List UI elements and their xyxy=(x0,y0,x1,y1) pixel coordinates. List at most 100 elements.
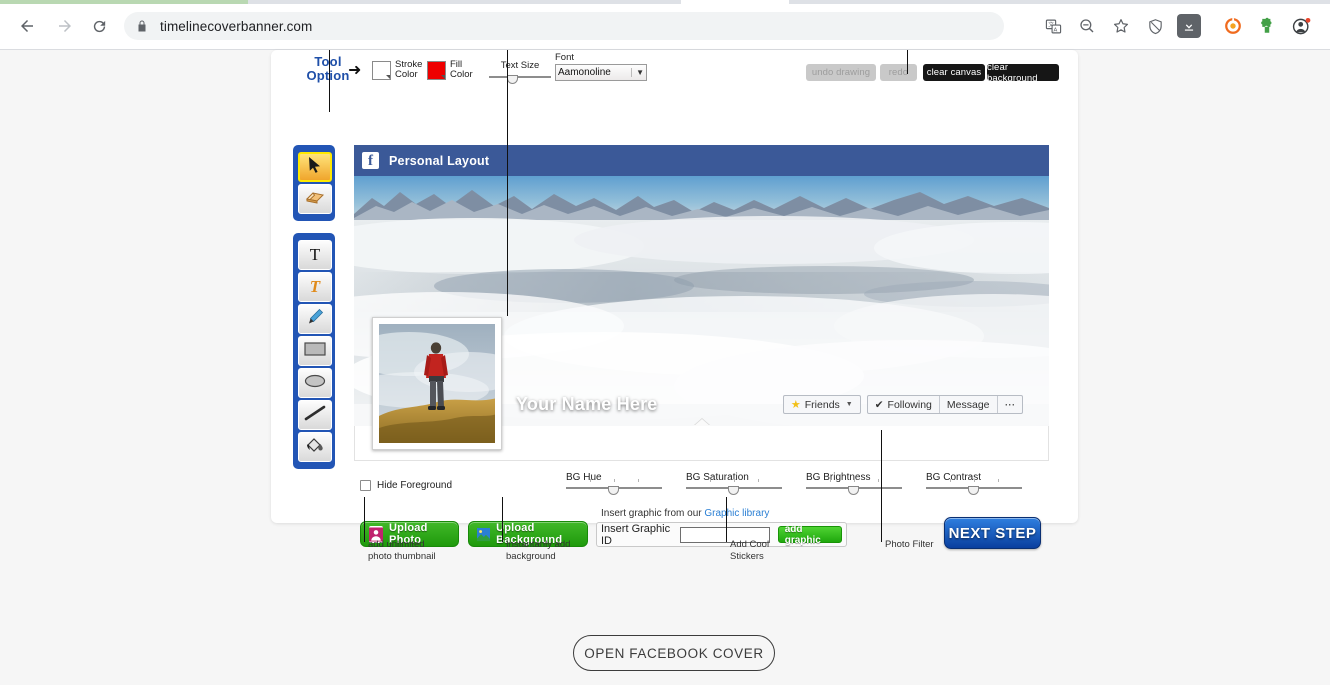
tab-strip-left-region xyxy=(0,0,248,4)
eraser-icon xyxy=(304,189,326,210)
check-icon: ✔ xyxy=(874,398,884,411)
stroke-color-control[interactable]: Stroke Color xyxy=(372,60,429,80)
profile-photo-thumbnail[interactable] xyxy=(372,317,502,450)
annotation-line-text-size xyxy=(507,50,508,316)
bg-saturation-control[interactable]: BG Saturation xyxy=(686,472,782,496)
fill-tool-button[interactable] xyxy=(298,432,332,462)
pen-icon xyxy=(305,307,325,332)
annotation-line1: add unlimited xyxy=(368,539,425,550)
slider-tick xyxy=(998,479,999,482)
following-label: Following xyxy=(887,398,932,411)
text-size-slider[interactable] xyxy=(489,73,551,85)
graphic-library-intro: Insert graphic from our xyxy=(601,508,705,519)
line-tool-button[interactable] xyxy=(298,400,332,430)
download-icon[interactable] xyxy=(1172,10,1206,42)
slider-tick xyxy=(710,479,711,482)
message-button[interactable]: Message xyxy=(938,396,997,413)
facebook-cover-preview: f Personal Layout Your Name Here ★ Frien… xyxy=(354,145,1049,461)
bg-contrast-control[interactable]: BG Contrast xyxy=(926,472,1022,496)
orange-extension-icon[interactable] xyxy=(1216,10,1250,42)
ellipse-tool-button[interactable] xyxy=(298,368,332,398)
shield-icon[interactable] xyxy=(1138,10,1172,42)
chevron-up-icon xyxy=(693,419,710,426)
zoom-out-icon[interactable] xyxy=(1070,10,1104,42)
page-content: Tool Option ➜ Stroke Color Fill Color Te… xyxy=(0,50,1330,685)
eraser-tool-button[interactable] xyxy=(298,184,332,214)
cover-name-text[interactable]: Your Name Here xyxy=(516,394,658,415)
browser-chrome: timelinecoverbanner.com 文 A xyxy=(0,0,1330,50)
bookmark-star-icon[interactable] xyxy=(1104,10,1138,42)
tool-palette-shapes: T T xyxy=(293,233,335,469)
hide-foreground-control[interactable]: Hide Foreground xyxy=(360,480,452,491)
rectangle-tool-button[interactable] xyxy=(298,336,332,366)
font-selected-value: Aamonoline xyxy=(558,67,611,78)
friends-button[interactable]: ★ Friends ▼ xyxy=(784,396,860,413)
slider-tick xyxy=(614,479,615,482)
annotation-line-upload-background xyxy=(502,497,503,542)
bg-saturation-slider[interactable] xyxy=(686,479,782,496)
redo-button[interactable]: redo xyxy=(880,64,917,81)
translate-icon[interactable]: 文 A xyxy=(1036,10,1070,42)
rectangle-icon xyxy=(304,341,326,361)
puzzle-extension-icon[interactable] xyxy=(1250,10,1284,42)
forward-button[interactable] xyxy=(52,13,78,39)
reload-button[interactable] xyxy=(86,13,112,39)
annotation-line-clear xyxy=(907,50,908,74)
graphic-library-text: Insert graphic from our Graphic library xyxy=(601,508,769,519)
slider-track xyxy=(489,76,551,78)
slider-tick xyxy=(854,479,855,482)
annotation-line-upload-photo xyxy=(364,497,365,542)
active-tab[interactable] xyxy=(681,0,789,4)
star-icon: ★ xyxy=(790,399,801,411)
slider-tick xyxy=(878,479,879,482)
annotation-caption-stickers: Add Cool Stickers xyxy=(730,539,850,562)
font-control[interactable]: Font Aamonoline ▼ xyxy=(555,52,647,81)
hide-foreground-checkbox[interactable] xyxy=(360,480,371,491)
more-options-button[interactable]: ⋯ xyxy=(996,396,1023,413)
text-t-icon: T xyxy=(309,245,321,264)
stroke-color-label: Stroke Color xyxy=(395,60,429,80)
pen-tool-button[interactable] xyxy=(298,304,332,334)
profile-actions-group: ✔ Following Message ⋯ xyxy=(866,395,1023,414)
select-tool-button[interactable] xyxy=(298,152,332,182)
bg-hue-control[interactable]: BG Hue xyxy=(566,472,662,496)
stroke-color-swatch[interactable] xyxy=(372,60,391,80)
bg-brightness-slider[interactable] xyxy=(806,479,902,496)
slider-thumb[interactable] xyxy=(728,486,739,495)
preview-title: Personal Layout xyxy=(389,153,490,168)
slider-tick xyxy=(590,479,591,482)
friends-button-group[interactable]: ★ Friends ▼ xyxy=(782,395,861,414)
graphic-library-link[interactable]: Graphic library xyxy=(704,508,769,519)
annotation-line2: photo thumbnail xyxy=(368,550,436,562)
clear-background-button[interactable]: clear background xyxy=(987,62,1059,84)
slider-thumb[interactable] xyxy=(608,486,619,495)
font-select[interactable]: Aamonoline ▼ xyxy=(555,64,647,81)
tool-palette-top xyxy=(293,145,335,221)
fill-color-control[interactable]: Fill Color xyxy=(427,60,484,80)
bg-contrast-slider[interactable] xyxy=(926,479,1022,496)
clear-canvas-button[interactable]: clear canvas xyxy=(923,64,985,81)
stroke-color-label-line2: Color xyxy=(395,69,418,80)
url-text: timelinecoverbanner.com xyxy=(160,18,313,34)
text-size-label: Text Size xyxy=(500,60,540,71)
following-button[interactable]: ✔ Following xyxy=(868,396,939,413)
profile-avatar-icon[interactable] xyxy=(1284,10,1318,42)
slider-thumb[interactable] xyxy=(848,486,859,495)
undo-drawing-button[interactable]: undo drawing xyxy=(806,64,876,81)
bg-hue-slider[interactable] xyxy=(566,479,662,496)
tab-strip xyxy=(0,0,1330,4)
annotation-caption-photo-filter: Photo Filter xyxy=(885,539,1005,551)
slider-tick xyxy=(734,479,735,482)
bg-brightness-control[interactable]: BG Brightness xyxy=(806,472,902,496)
fancy-text-tool-button[interactable]: T xyxy=(298,272,332,302)
open-facebook-cover-button[interactable]: OPEN FACEBOOK COVER xyxy=(573,635,775,671)
text-tool-button[interactable]: T xyxy=(298,240,332,270)
slider-thumb[interactable] xyxy=(506,75,518,84)
slider-thumb[interactable] xyxy=(968,486,979,495)
address-bar[interactable]: timelinecoverbanner.com xyxy=(124,12,1004,40)
reload-icon xyxy=(91,18,108,35)
fill-color-swatch[interactable] xyxy=(427,60,446,80)
text-size-control[interactable]: Text Size xyxy=(489,60,551,85)
svg-text:A: A xyxy=(1053,27,1057,33)
back-button[interactable] xyxy=(14,13,40,39)
